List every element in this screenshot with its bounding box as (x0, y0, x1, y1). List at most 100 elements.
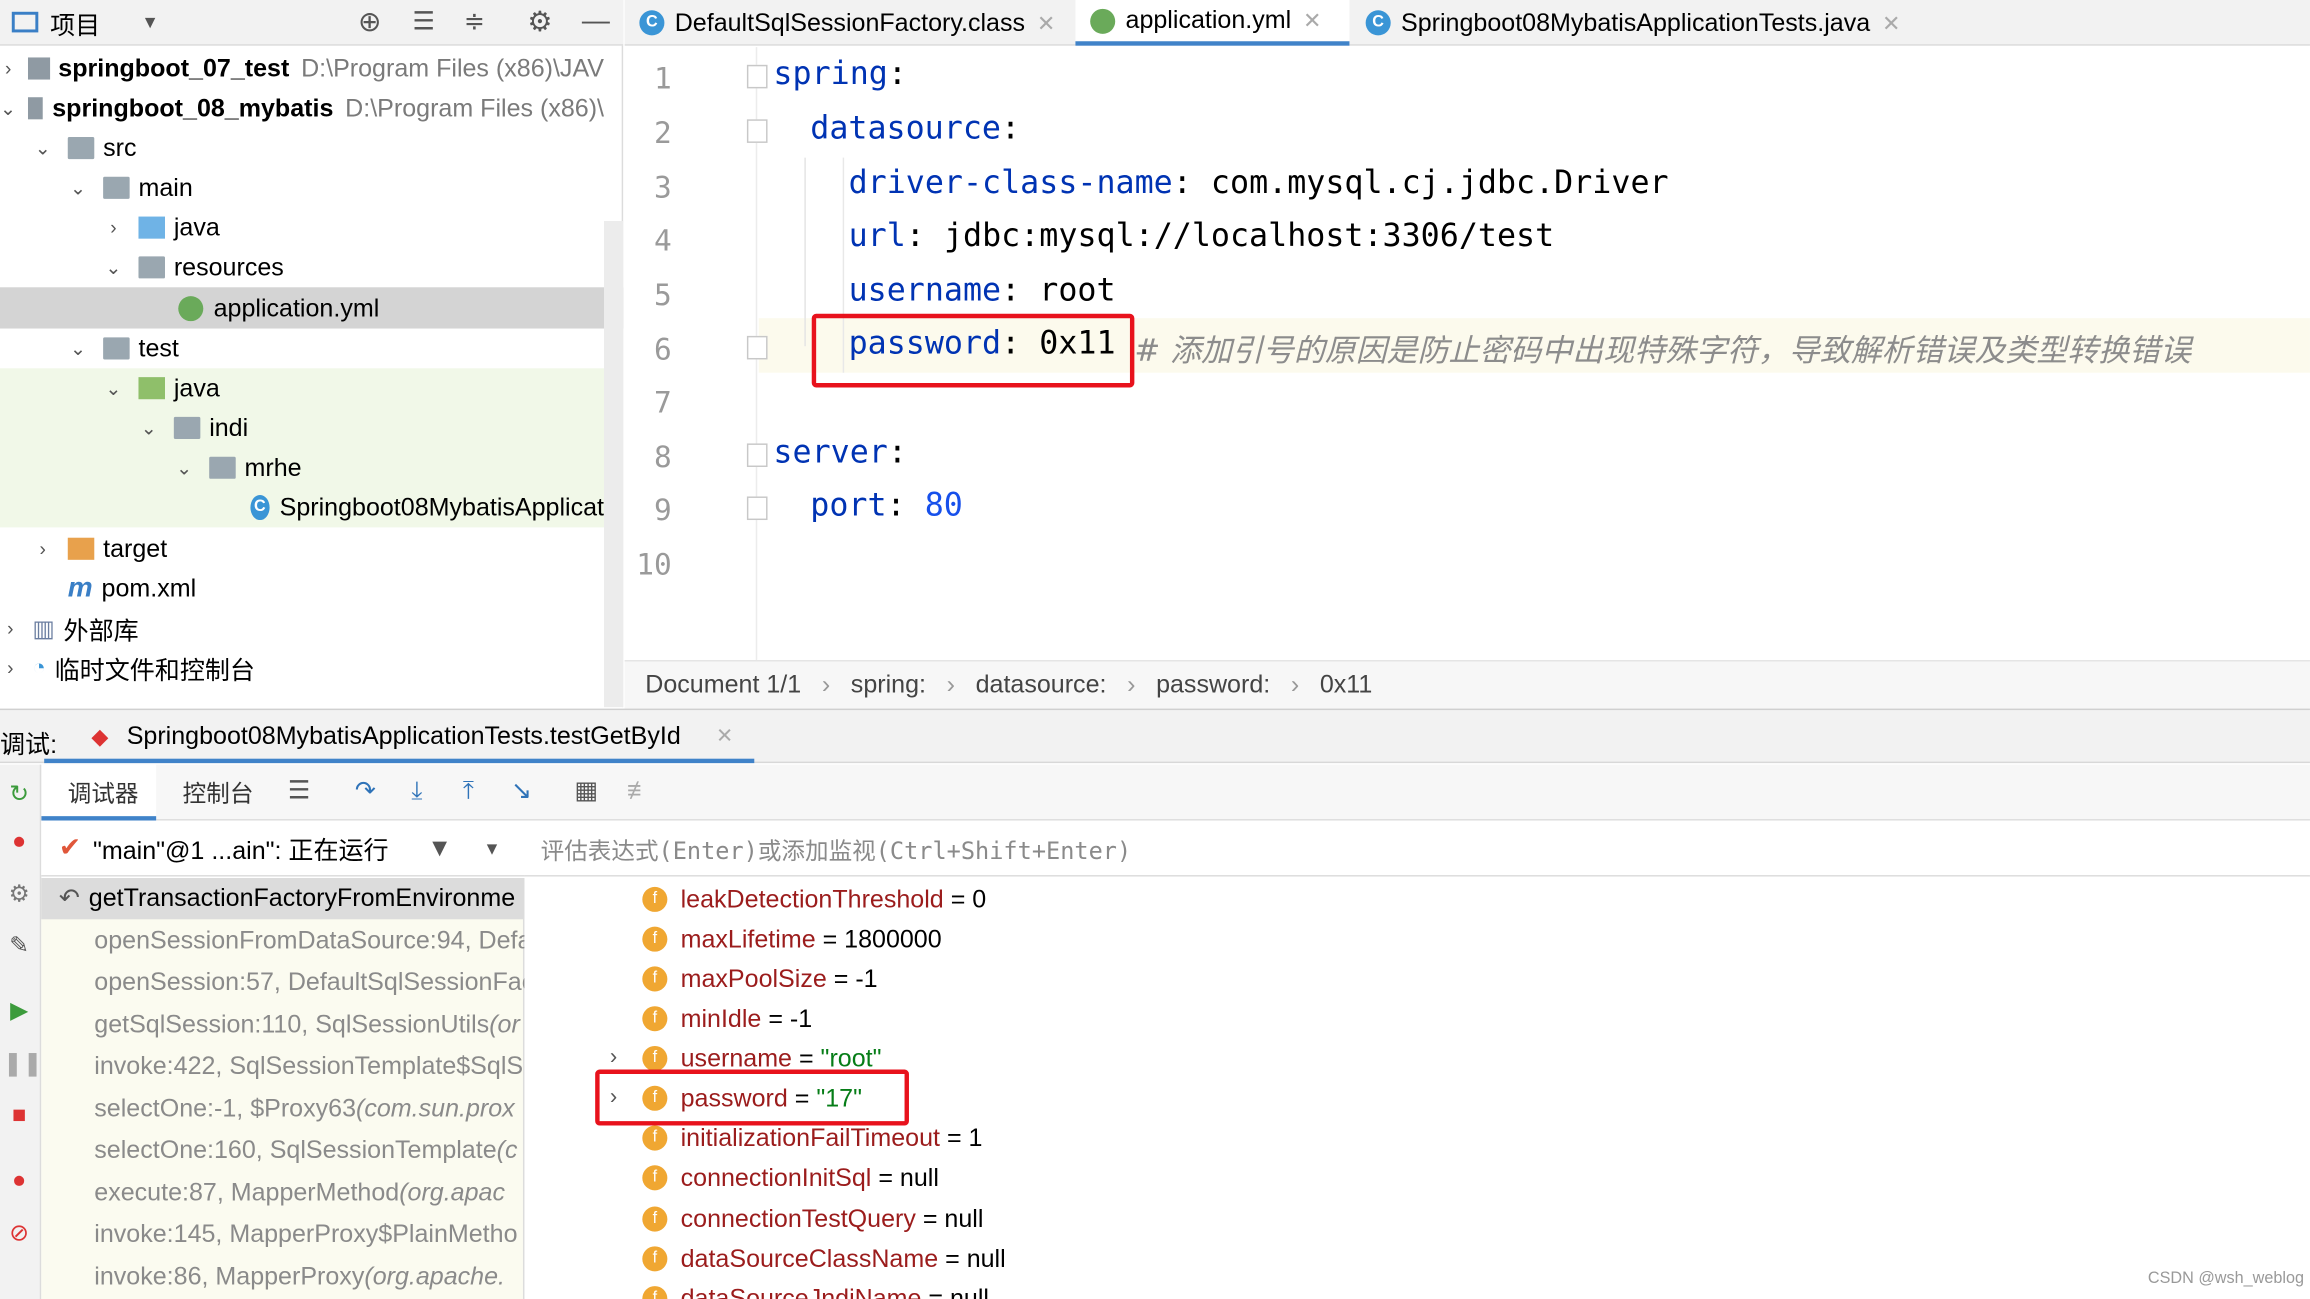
chevron-down-icon[interactable]: ⌄ (68, 176, 89, 200)
locate-icon[interactable]: ⊕ (358, 5, 381, 39)
module-icon (28, 57, 50, 80)
variable-row[interactable]: f maxPoolSize = -1 (642, 959, 878, 999)
fold-icon[interactable] (746, 443, 768, 468)
tab-test-class[interactable]: C Springboot08MybatisApplicationTests.ja… (1351, 0, 1940, 46)
breadcrumb-item[interactable]: spring: (851, 670, 926, 699)
run-to-cursor-icon[interactable]: ↘ (507, 776, 536, 805)
menu-icon[interactable]: ☰ (284, 776, 313, 805)
fold-icon[interactable] (746, 119, 768, 143)
tree-item-main[interactable]: ⌄ main (0, 168, 604, 208)
wrench-icon[interactable]: ✎ (3, 931, 35, 963)
fold-icon[interactable] (746, 64, 768, 89)
tree-item-springboot-07[interactable]: › springboot_07_test D:\Program Files (x… (0, 49, 604, 89)
close-icon[interactable]: ✕ (716, 723, 733, 748)
tree-item-src[interactable]: ⌄ src (0, 128, 604, 168)
frame-item[interactable]: selectOne:160, SqlSessionTemplate (c (41, 1130, 524, 1171)
chevron-down-icon[interactable]: ▼ (141, 12, 159, 33)
breadcrumb-item[interactable]: password: (1156, 670, 1270, 699)
trace-icon[interactable]: ≢ (625, 776, 654, 805)
tree-item-target[interactable]: › target (0, 529, 604, 569)
stop-icon[interactable]: ■ (3, 1100, 35, 1132)
expand-all-icon[interactable]: ☰ (412, 7, 434, 36)
frame-item[interactable]: openSessionFromDataSource:94, Defa (41, 921, 524, 962)
chevron-right-icon[interactable]: › (0, 657, 21, 679)
tree-item-pom[interactable]: m pom.xml (0, 569, 604, 609)
tab-debugger[interactable]: 调试器 (41, 764, 157, 821)
frame-item[interactable]: invoke:86, MapperProxy (org.apache. (41, 1257, 524, 1298)
frame-item[interactable]: openSession:57, DefaultSqlSessionFac (41, 962, 524, 1003)
tree-item-application-yml[interactable]: application.yml (0, 289, 604, 329)
variable-row[interactable]: f dataSourceClassName = null (642, 1239, 1006, 1279)
step-into-icon[interactable]: ⤓ (402, 776, 431, 805)
step-out-icon[interactable]: ⤒ (454, 776, 483, 805)
evaluate-icon[interactable]: ▦ (572, 776, 601, 805)
chevron-down-icon[interactable]: ⌄ (138, 416, 159, 440)
tree-label: indi (209, 413, 249, 442)
chevron-down-icon[interactable]: ⌄ (174, 456, 195, 480)
chevron-down-icon[interactable]: ⌄ (32, 136, 53, 160)
gear-icon[interactable]: ⚙ (527, 5, 552, 39)
fold-end-icon[interactable] (746, 496, 768, 521)
hide-icon[interactable]: — (582, 6, 610, 38)
chevron-right-icon[interactable]: › (32, 538, 53, 560)
tree-item-indi[interactable]: ⌄ indi (0, 408, 604, 448)
frame-package: (org.apache. (364, 1262, 505, 1291)
chevron-right-icon[interactable]: › (103, 217, 124, 239)
mute-breakpoints-icon[interactable]: ⊘ (3, 1218, 35, 1250)
close-icon[interactable]: ✕ (1303, 7, 1322, 34)
breadcrumb-item[interactable]: datasource: (976, 670, 1107, 699)
variable-row[interactable]: f maxLifetime = 1800000 (642, 919, 942, 959)
fold-end-icon[interactable] (746, 335, 768, 360)
tree-item-main-java[interactable]: › java (0, 208, 604, 248)
thread-selector[interactable]: ✔ "main"@1 ...ain": 正在运行 ▼ ▼ (41, 820, 525, 877)
tree-item-test-java[interactable]: ⌄ java (0, 368, 604, 408)
resume-icon[interactable]: ▶ (3, 996, 35, 1028)
chevron-down-icon[interactable]: ▼ (483, 838, 501, 859)
frame-item[interactable]: selectOne:-1, $Proxy63 (com.sun.prox (41, 1089, 524, 1130)
tree-item-test-class[interactable]: C Springboot08MybatisApplicat (0, 488, 604, 528)
field-icon: f (642, 1045, 668, 1072)
chevron-right-icon[interactable]: › (610, 1044, 617, 1069)
chevron-right-icon[interactable]: › (0, 57, 16, 79)
rerun-icon[interactable]: ↻ (3, 779, 35, 811)
view-breakpoints-icon[interactable]: ● (3, 1165, 35, 1197)
breadcrumb-item[interactable]: 0x11 (1320, 670, 1372, 699)
frame-item[interactable]: invoke:422, SqlSessionTemplate$SqlS (41, 1046, 524, 1087)
pause-icon[interactable]: ❚❚ (3, 1049, 43, 1081)
collapse-all-icon[interactable]: ≑ (464, 7, 485, 36)
variable-row[interactable]: f connectionInitSql = null (642, 1158, 939, 1198)
scrollbar[interactable] (604, 220, 624, 708)
settings-icon[interactable]: ⚙ (3, 880, 35, 912)
frame-item[interactable]: execute:87, MapperMethod (org.apac (41, 1173, 524, 1214)
tree-item-test[interactable]: ⌄ test (0, 329, 604, 369)
step-over-icon[interactable]: ↷ (351, 776, 380, 805)
chevron-down-icon[interactable]: ⌄ (68, 337, 89, 361)
tree-item-springboot-08[interactable]: ⌄ springboot_08_mybatis D:\Program Files… (0, 88, 604, 128)
chevron-down-icon[interactable]: ⌄ (103, 256, 124, 280)
frame-item[interactable]: ↶ getTransactionFactoryFromEnvironme (41, 878, 525, 920)
variable-row[interactable]: f minIdle = -1 (642, 999, 812, 1039)
tab-default-sql-session-factory[interactable]: C DefaultSqlSessionFactory.class ✕ (625, 0, 1074, 46)
variable-row[interactable]: f dataSourceJndiName = null (642, 1279, 989, 1299)
project-view-title[interactable]: 项目 (50, 4, 100, 41)
close-icon[interactable]: ✕ (1037, 10, 1056, 36)
tab-application-yml[interactable]: application.yml ✕ (1075, 0, 1350, 46)
variable-row[interactable]: f connectionTestQuery = null (642, 1199, 983, 1239)
tree-item-scratches[interactable]: › ◔ 临时文件和控制台 (0, 648, 604, 688)
tree-item-resources[interactable]: ⌄ resources (0, 247, 604, 287)
tree-item-mrhe[interactable]: ⌄ mrhe (0, 448, 604, 488)
evaluate-expression-field[interactable]: 评估表达式(Enter)或添加监视(Ctrl+Shift+Enter) (524, 820, 2310, 877)
chevron-down-icon[interactable]: ⌄ (103, 376, 124, 400)
frame-item[interactable]: invoke:145, MapperProxy$PlainMetho (41, 1214, 524, 1255)
debug-session-tab[interactable]: Springboot08MybatisApplicationTests.test… (127, 722, 681, 751)
variable-row[interactable]: f leakDetectionThreshold = 0 (642, 880, 986, 920)
frame-item[interactable]: getSqlSession:110, SqlSessionUtils (or (41, 1005, 524, 1046)
tree-item-external-libraries[interactable]: › ▥ 外部库 (0, 608, 604, 648)
tab-console[interactable]: 控制台 (183, 773, 254, 808)
chevron-down-icon[interactable]: ⌄ (0, 96, 16, 120)
close-icon[interactable]: ✕ (1882, 10, 1901, 36)
breadcrumb-item[interactable]: Document 1/1 (645, 670, 801, 699)
breakpoint-icon[interactable]: ● (3, 826, 35, 858)
filter-icon[interactable]: ▼ (427, 833, 452, 862)
chevron-right-icon[interactable]: › (0, 617, 21, 639)
